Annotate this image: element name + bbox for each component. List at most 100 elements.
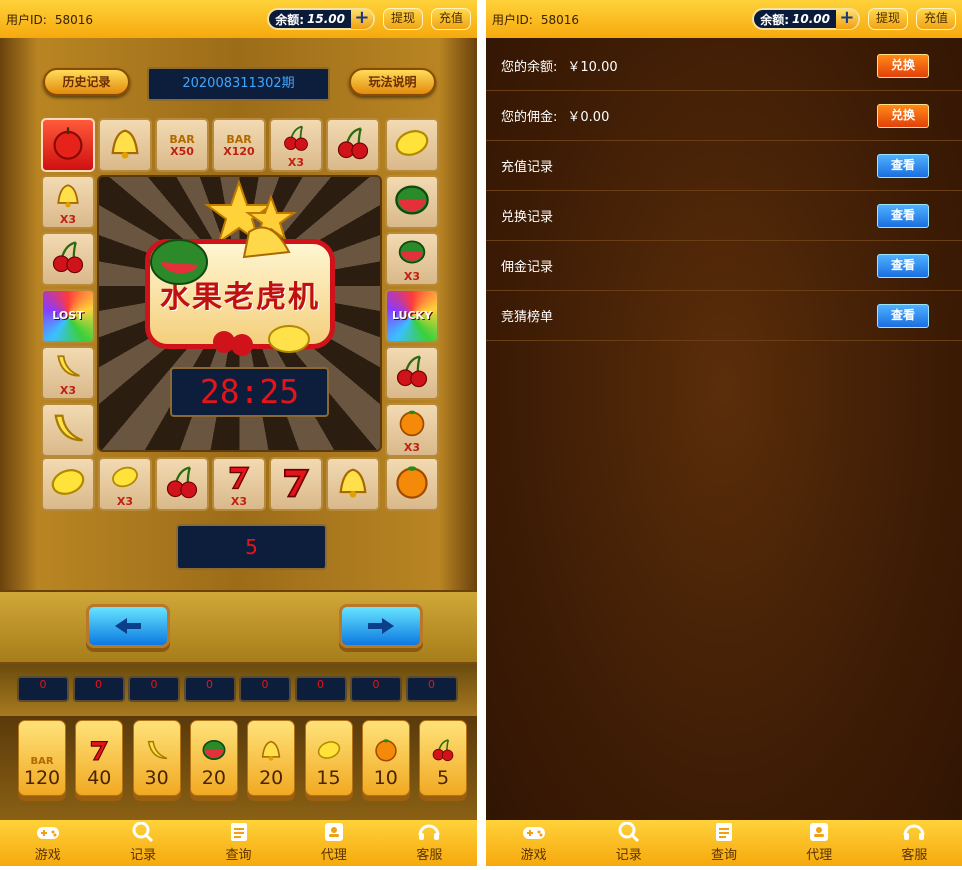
odds-value: 15 [316, 767, 341, 789]
orange-icon [393, 463, 431, 505]
rules-button[interactable]: 玩法说明 [349, 68, 436, 96]
notepad-icon [712, 822, 736, 842]
row-value: ￥0.00 [567, 110, 610, 125]
gamepad-icon [36, 822, 60, 842]
bet-amount-display: 0 [294, 676, 347, 702]
view-button[interactable]: 查看 [877, 204, 929, 228]
cherry-icon [334, 124, 372, 166]
cherry-icon [430, 737, 456, 767]
odds-value: 10 [373, 767, 398, 789]
lucky-symbol: LUCKY [391, 309, 433, 322]
bet-button-bell[interactable]: 20 [247, 720, 296, 796]
bet-button-bar[interactable]: BAR 120 [18, 720, 66, 796]
bar-symbol: BAR [30, 756, 54, 767]
exchange-button[interactable]: 兑换 [877, 54, 929, 78]
gamepad-icon [522, 822, 546, 842]
notepad-icon [227, 822, 251, 842]
view-button[interactable]: 查看 [877, 154, 929, 178]
odds-value: 40 [87, 767, 112, 789]
balance-display: 余额: 10.00 + [752, 8, 860, 30]
round-count: 5 [176, 524, 327, 570]
recharge-button[interactable]: 充值 [915, 8, 956, 30]
bet-button-lemon[interactable]: 15 [304, 720, 353, 796]
odds-value: 20 [259, 767, 284, 789]
bell-icon [258, 737, 284, 767]
bet-amount-display: 0 [183, 676, 236, 702]
bet-button-banana[interactable]: 30 [132, 720, 181, 796]
odds-value: 120 [23, 767, 61, 789]
orange-icon [397, 408, 427, 442]
nav-item-notepad[interactable]: 查询 [676, 820, 771, 866]
nav-item-gamepad[interactable]: 游戏 [0, 820, 95, 866]
left-arrow-button[interactable] [86, 604, 170, 648]
bet-button-orange[interactable]: 10 [361, 720, 410, 796]
slot-cell: LOST [41, 289, 95, 343]
nav-label: 查询 [225, 848, 252, 863]
nav-item-search[interactable]: 记录 [581, 820, 676, 866]
arrow-left-icon [115, 618, 141, 634]
add-balance-button[interactable]: + [835, 9, 858, 29]
withdraw-button[interactable]: 提现 [382, 8, 423, 30]
cherry-icon [49, 238, 87, 280]
recharge-button[interactable]: 充值 [430, 8, 471, 30]
view-button[interactable]: 查看 [877, 304, 929, 328]
bet-amount-display: 0 [405, 676, 458, 702]
row-label: 充值记录 [501, 160, 554, 175]
nav-item-agent[interactable]: 代理 [772, 820, 867, 866]
nav-label: 代理 [320, 848, 347, 863]
bet-button-7[interactable]: 40 [75, 720, 124, 796]
lemon-icon [110, 462, 140, 496]
search-icon [617, 821, 641, 843]
slot-cell: X3 [269, 118, 323, 172]
bet-amount-display: 0 [239, 676, 291, 702]
slot-cell: BAR X120 [212, 118, 266, 172]
cherry-icon [393, 352, 431, 394]
bell-icon [106, 124, 144, 166]
banana-icon [144, 737, 170, 767]
account-row: 兑换记录 查看 [486, 191, 962, 241]
withdraw-button[interactable]: 提现 [867, 8, 908, 30]
slot-cell [98, 118, 152, 172]
arrow-right-icon [368, 618, 394, 634]
account-row: 佣金记录 查看 [486, 241, 962, 291]
bet-button-watermelon[interactable]: 20 [189, 720, 238, 796]
bet-button-cherry[interactable]: 5 [419, 720, 468, 796]
odds-value: 5 [437, 767, 450, 789]
seven-icon [86, 737, 112, 767]
agent-icon [322, 822, 346, 842]
account-panel: 用户ID: 58016 余额: 10.00 + 提现 充值 您的余额: ￥10.00 兑… [486, 0, 962, 866]
headset-icon [417, 822, 441, 842]
exchange-button[interactable]: 兑换 [877, 104, 929, 128]
slot-cell: BAR X50 [155, 118, 209, 172]
nav-item-notepad[interactable]: 查询 [191, 820, 286, 866]
cherry-icon [281, 123, 311, 157]
row-label: 您的余额: [501, 60, 558, 75]
slot-cell: LUCKY [385, 289, 439, 343]
history-button[interactable]: 历史记录 [43, 68, 130, 96]
lost-symbol: LOST [52, 309, 84, 322]
slot-cell [385, 346, 439, 400]
nav-item-gamepad[interactable]: 游戏 [486, 820, 581, 866]
slot-cell: X3 [212, 457, 266, 511]
add-balance-button[interactable]: + [350, 9, 373, 29]
view-button[interactable]: 查看 [877, 254, 929, 278]
row-label: 竞猜榜单 [501, 310, 554, 325]
nav-item-agent[interactable]: 代理 [286, 820, 381, 866]
slot-cell [326, 118, 380, 172]
nav-item-search[interactable]: 记录 [95, 820, 190, 866]
period-display: 202008311302期 [147, 67, 330, 101]
multiplier-label: X3 [59, 212, 77, 226]
nav-item-headset[interactable]: 客服 [382, 820, 477, 866]
nav-label: 记录 [130, 848, 157, 863]
bet-amount-display: 0 [17, 676, 69, 702]
seven-icon [277, 463, 315, 505]
lemon-icon [49, 463, 87, 505]
right-arrow-button[interactable] [339, 604, 423, 648]
top-header: 用户ID: 58016 余额: 10.00 + 提现 充值 [486, 0, 962, 38]
search-icon [131, 821, 155, 843]
nav-item-headset[interactable]: 客服 [867, 820, 962, 866]
watermelon-icon [150, 239, 208, 285]
user-id: 用户ID: 58016 [492, 12, 580, 27]
multiplier-label: X3 [116, 494, 134, 508]
slot-cell [385, 118, 439, 172]
